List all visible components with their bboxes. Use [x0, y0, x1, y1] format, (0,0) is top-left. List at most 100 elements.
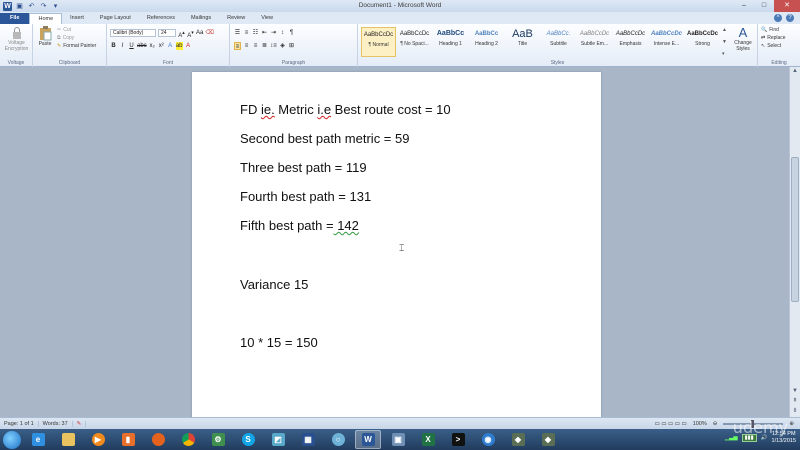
tab-home[interactable]: Home: [29, 13, 63, 24]
shading-icon[interactable]: ◈: [279, 42, 286, 50]
change-case-icon[interactable]: Aa: [196, 29, 203, 37]
app3-taskbar-icon[interactable]: ◉: [475, 430, 501, 449]
center-icon[interactable]: ≡: [243, 42, 250, 50]
bullets-icon[interactable]: ☰: [234, 29, 241, 37]
word-count[interactable]: Words: 37: [39, 420, 73, 427]
tab-insert[interactable]: Insert: [62, 13, 92, 24]
style-no-spacing[interactable]: AaBbCcDc ¶ No Spaci...: [397, 27, 432, 57]
document-line[interactable]: Fifth best path = 142: [240, 218, 359, 233]
change-styles-button[interactable]: A Change Styles: [730, 26, 756, 53]
replace-button[interactable]: ⇄ Replace: [761, 34, 786, 42]
redo-icon[interactable]: ↷: [39, 2, 48, 11]
font-name-dropdown[interactable]: Calibri (Body): [110, 29, 156, 37]
style-subtitle[interactable]: AaBbCc. Subtitle: [541, 27, 576, 57]
superscript-icon[interactable]: x²: [158, 42, 165, 50]
save-icon[interactable]: ▣: [15, 2, 24, 11]
styles-scroll-down-icon[interactable]: ▼: [722, 39, 728, 45]
styles-scroll-up-icon[interactable]: ▲: [722, 27, 728, 33]
clear-formatting-icon[interactable]: ⌫: [205, 29, 213, 37]
next-page-icon[interactable]: ⇟: [790, 407, 800, 416]
increase-indent-icon[interactable]: ⇥: [270, 29, 277, 37]
tab-page-layout[interactable]: Page Layout: [92, 13, 139, 24]
voltage-encryption-button[interactable]: Voltage Encryption: [2, 27, 31, 52]
tab-references[interactable]: References: [139, 13, 183, 24]
page-count[interactable]: Page: 1 of 1: [0, 420, 39, 427]
style-normal[interactable]: AaBbCcDc ¶ Normal: [361, 27, 396, 57]
style-intense-emphasis[interactable]: AaBbCcDc Intense E...: [649, 27, 684, 57]
scroll-down-icon[interactable]: ▼: [790, 387, 800, 396]
text-effects-icon[interactable]: A: [167, 42, 174, 50]
numbering-icon[interactable]: ≡: [243, 29, 250, 37]
vertical-scrollbar[interactable]: ▲ ▼ ⇞ ⇟: [789, 67, 800, 417]
borders-icon[interactable]: ⊞: [288, 42, 295, 50]
decrease-indent-icon[interactable]: ⇤: [261, 29, 268, 37]
sort-icon[interactable]: ↕: [279, 29, 286, 37]
image-taskbar-icon[interactable]: ▣: [385, 430, 411, 449]
find-button[interactable]: 🔍 Find: [761, 26, 786, 34]
document-line[interactable]: Three best path = 119: [240, 160, 367, 175]
search-taskbar-icon[interactable]: ○: [325, 430, 351, 449]
proofing-icon[interactable]: ✎: [73, 420, 87, 427]
app2-taskbar-icon[interactable]: ◩: [265, 430, 291, 449]
scroll-up-icon[interactable]: ▲: [790, 67, 800, 76]
media-player-taskbar-icon[interactable]: ▶: [85, 430, 111, 449]
undo-icon[interactable]: ↶: [27, 2, 36, 11]
zoom-level[interactable]: 100%: [693, 421, 707, 427]
style-emphasis[interactable]: AaBbCcDc Emphasis: [613, 27, 648, 57]
style-subtle-emphasis[interactable]: AaBbCcDc Subtle Em...: [577, 27, 612, 57]
grow-font-icon[interactable]: A▴: [178, 29, 185, 39]
customize-qat-icon[interactable]: ▾: [51, 2, 60, 11]
shrink-font-icon[interactable]: A▾: [187, 29, 194, 39]
app-taskbar-icon[interactable]: ▮: [115, 430, 141, 449]
excel-taskbar-icon[interactable]: X: [415, 430, 441, 449]
italic-icon[interactable]: I: [119, 42, 126, 50]
document-line[interactable]: Variance 15: [240, 277, 308, 292]
chrome-taskbar-icon[interactable]: [175, 430, 201, 449]
highlight-icon[interactable]: ab: [175, 42, 183, 50]
show-formatting-icon[interactable]: ¶: [288, 29, 295, 37]
word-logo-icon[interactable]: W: [3, 1, 12, 11]
justify-icon[interactable]: ≣: [261, 42, 268, 50]
minimize-ribbon-icon[interactable]: ^: [774, 14, 782, 22]
line-spacing-icon[interactable]: ↕≡: [270, 42, 277, 50]
app5-taskbar-icon[interactable]: ◆: [535, 430, 561, 449]
maximize-button[interactable]: □: [754, 0, 774, 12]
app4-taskbar-icon[interactable]: ◆: [505, 430, 531, 449]
previous-page-icon[interactable]: ⇞: [790, 397, 800, 406]
document-line[interactable]: Second best path metric = 59: [240, 131, 409, 146]
underline-icon[interactable]: U: [128, 42, 135, 50]
multilevel-list-icon[interactable]: ☷: [252, 29, 259, 37]
document-line[interactable]: FD ie. Metric i.e Best route cost = 10: [240, 102, 451, 117]
bold-icon[interactable]: B: [110, 42, 117, 50]
styles-more-icon[interactable]: ▾: [722, 51, 728, 57]
strikethrough-icon[interactable]: abc: [137, 42, 147, 50]
select-button[interactable]: ↖ Select: [761, 42, 786, 50]
scroll-thumb[interactable]: [791, 157, 799, 302]
document-page[interactable]: FD ie. Metric i.e Best route cost = 10 S…: [192, 72, 601, 417]
firefox-taskbar-icon[interactable]: [145, 430, 171, 449]
paste-button[interactable]: Paste: [36, 26, 54, 47]
help-icon[interactable]: ?: [786, 14, 794, 22]
style-heading-2[interactable]: AaBbCc Heading 2: [469, 27, 504, 57]
view-buttons[interactable]: ▭ ▭ ▭ ▭ ▭: [655, 421, 687, 427]
skype-taskbar-icon[interactable]: S: [235, 430, 261, 449]
close-button[interactable]: ✕: [774, 0, 800, 12]
font-size-dropdown[interactable]: 24: [158, 29, 176, 37]
tab-file[interactable]: File: [0, 13, 30, 24]
style-heading-1[interactable]: AaBbCc Heading 1: [433, 27, 468, 57]
format-painter-button[interactable]: ✎ Format Painter: [57, 42, 96, 50]
zoom-out-icon[interactable]: ⊖: [713, 421, 718, 427]
style-strong[interactable]: AaBbCcDc Strong: [685, 27, 720, 57]
terminal-taskbar-icon[interactable]: >: [445, 430, 471, 449]
zoom-in-icon[interactable]: ⊕: [789, 421, 794, 427]
minimize-button[interactable]: –: [734, 0, 754, 12]
font-color-icon[interactable]: A: [185, 42, 192, 50]
start-button[interactable]: [3, 430, 21, 449]
subscript-icon[interactable]: x₂: [149, 42, 156, 50]
copy-button[interactable]: ⧉ Copy: [57, 34, 96, 42]
tab-review[interactable]: Review: [219, 13, 253, 24]
document-line[interactable]: Fourth best path = 131: [240, 189, 371, 204]
tool-taskbar-icon[interactable]: ⚙: [205, 430, 231, 449]
document-line[interactable]: 10 * 15 = 150: [240, 335, 318, 350]
ie-taskbar-icon[interactable]: e: [25, 430, 51, 449]
